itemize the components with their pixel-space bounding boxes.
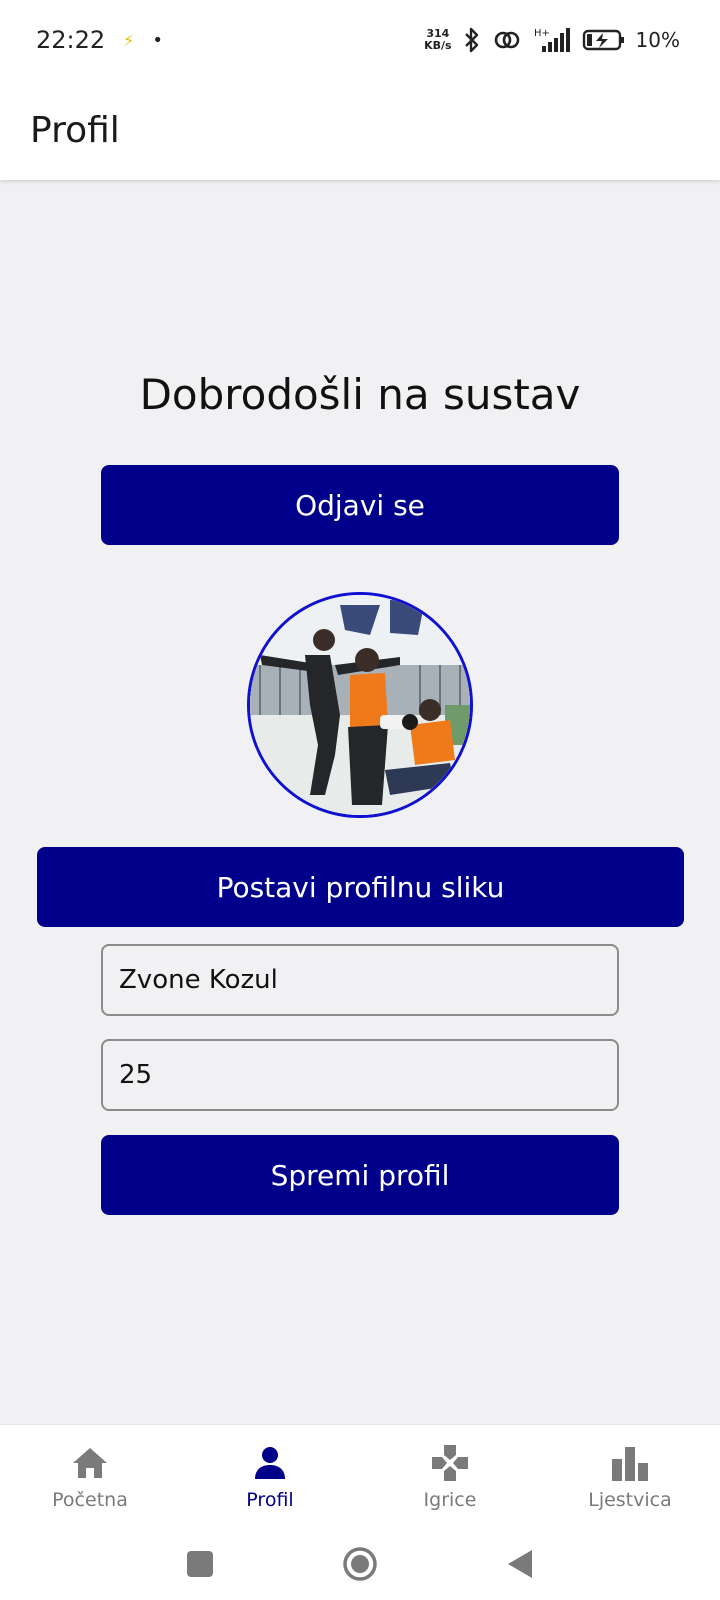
signal-icon: H+ <box>532 26 572 54</box>
link-icon <box>492 29 522 51</box>
system-nav-bar <box>0 1528 720 1600</box>
nav-label-games: Igrice <box>423 1488 477 1511</box>
nav-item-home[interactable]: Početna <box>0 1425 180 1528</box>
battery-charging-icon <box>582 28 626 52</box>
nav-item-leaderboard[interactable]: Ljestvica <box>540 1425 720 1528</box>
battery-percent: 10% <box>635 28 680 52</box>
nav-item-profile[interactable]: Profil <box>180 1425 360 1528</box>
gamepad-icon <box>430 1443 470 1483</box>
age-field[interactable]: 25 <box>101 1039 619 1111</box>
person-icon <box>250 1443 290 1483</box>
avatar[interactable] <box>247 592 473 818</box>
notification-bolt-icon: ⚡ <box>123 30 135 50</box>
bluetooth-icon <box>462 26 482 54</box>
network-speed-unit: KB/s <box>424 39 452 52</box>
set-profile-photo-button[interactable]: Postavi profilnu sliku <box>37 847 684 927</box>
name-field[interactable]: Zvone Kozul <box>101 944 619 1016</box>
home-icon <box>70 1443 110 1483</box>
nav-label-profile: Profil <box>246 1488 294 1511</box>
network-speed: 314 KB/s <box>424 28 451 52</box>
nav-label-leaderboard: Ljestvica <box>588 1488 672 1511</box>
bottom-nav: Početna Profil Igrice Ljestvica <box>0 1424 720 1528</box>
notification-dot: • <box>152 29 164 51</box>
back-icon[interactable] <box>500 1544 540 1584</box>
logout-button[interactable]: Odjavi se <box>101 465 619 545</box>
status-bar: 22:22 ⚡ • 314 KB/s H+ 10% <box>0 0 720 80</box>
network-type-label: H+ <box>534 28 550 39</box>
app-bar: Profil <box>0 80 720 180</box>
home-circle-icon[interactable] <box>340 1544 380 1584</box>
welcome-heading: Dobrodošli na sustav <box>139 370 581 419</box>
status-right: 314 KB/s H+ 10% <box>424 26 680 54</box>
recent-apps-icon[interactable] <box>180 1544 220 1584</box>
avatar-photo <box>250 595 470 815</box>
nav-label-home: Početna <box>52 1488 128 1511</box>
save-profile-button[interactable]: Spremi profil <box>101 1135 619 1215</box>
bar-chart-icon <box>610 1443 650 1483</box>
nav-item-games[interactable]: Igrice <box>360 1425 540 1528</box>
page-title: Profil <box>30 109 120 151</box>
status-time: 22:22 <box>36 26 106 54</box>
status-left: 22:22 ⚡ • <box>36 26 163 54</box>
